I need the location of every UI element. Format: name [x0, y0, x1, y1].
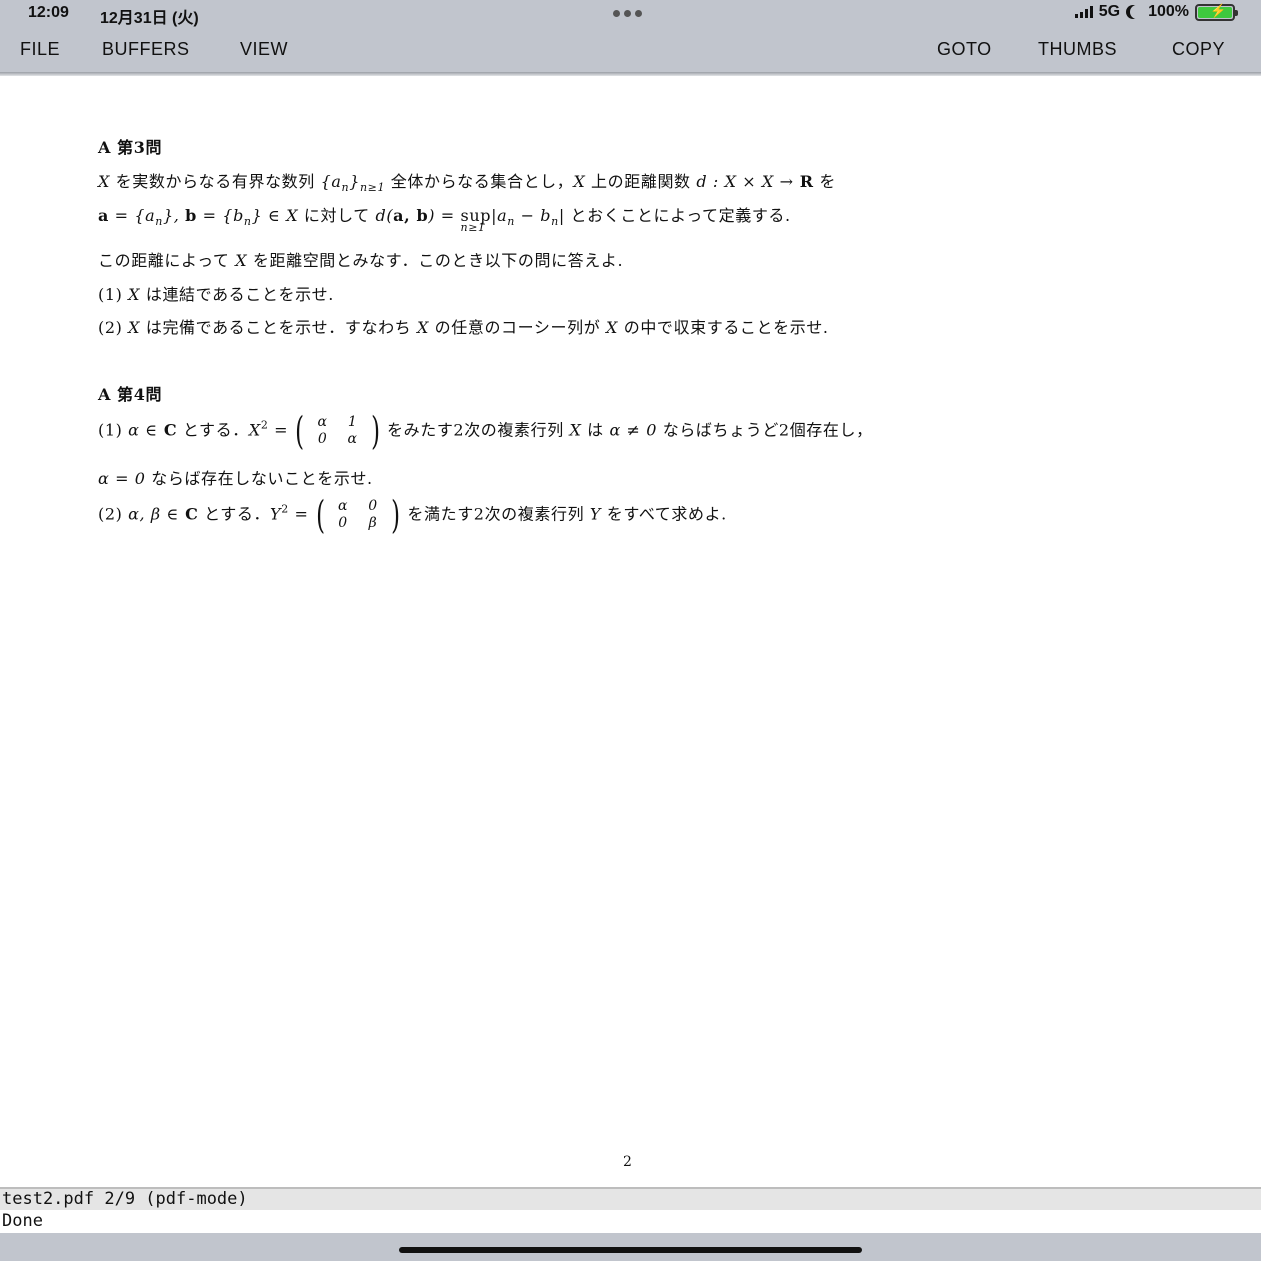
battery-percent: 100% [1148, 3, 1189, 20]
menu-buffers[interactable]: BUFFERS [102, 39, 190, 60]
home-bar [0, 1233, 1261, 1261]
problem4-heading: A 第4問 [98, 385, 163, 404]
do-not-disturb-moon-icon [1130, 5, 1144, 19]
menu-bar: FILE BUFFERS VIEW GOTO THUMBS COPY [0, 28, 1261, 72]
problem3-question2: (2) X は完備であることを示せ．すなわち X の任意のコーシー列が X の中… [98, 318, 829, 337]
menu-copy[interactable]: COPY [1172, 39, 1225, 60]
pdf-page[interactable]: A 第3問 X を実数からなる有界な数列 {an}n≥1 全体からなる集合とし，… [0, 76, 1261, 1186]
problem3-question1: (1) X は連結であることを示せ. [98, 285, 334, 304]
battery-charging-icon: ⚡ [1195, 3, 1238, 21]
matrix-2: (α 0 0 β) [315, 493, 401, 537]
problem3-line2: a = {an}, b = {bn} ∈ X に対して d(a, b) = su… [98, 206, 791, 234]
problem4-question1-cont: α = 0 ならば存在しないことを示せ. [98, 469, 373, 488]
cellular-signal-icon [1074, 6, 1093, 18]
status-indicators: 5G 100% ⚡ [1074, 3, 1238, 21]
menu-goto[interactable]: GOTO [937, 39, 992, 60]
status-date: 12月31日 (火) [100, 10, 199, 27]
page-number: 2 [623, 1154, 632, 1170]
menu-thumbs[interactable]: THUMBS [1038, 39, 1117, 60]
problem4-question1: (1) α ∈ C とする．X2 =(α 1 0 α) をみたす2次の複素行列 X は … [98, 409, 873, 453]
problem3-line1: X を実数からなる有界な数列 {an}n≥1 全体からなる集合とし，X 上の距離… [98, 172, 836, 194]
status-bar: 12:09 12月31日 (火) 5G 100% ⚡ [0, 0, 1261, 28]
problem4-question2: (2) α, β ∈ C とする．Y2 =(α 0 0 β) を満たす2次の複素行列 Y… [98, 493, 727, 537]
problem3-line3: この距離によって X を距離空間とみなす．このとき以下の問に答えよ. [98, 251, 624, 270]
multitasking-dots-icon[interactable] [613, 10, 642, 17]
matrix-1: (α 1 0 α) [295, 409, 380, 453]
echo-area: Done [0, 1210, 1261, 1233]
mode-line: test2.pdf 2/9 (pdf-mode) [0, 1187, 1261, 1210]
menu-file[interactable]: FILE [20, 39, 60, 60]
network-type: 5G [1098, 3, 1121, 20]
menu-view[interactable]: VIEW [240, 39, 288, 60]
status-time: 12:09 [28, 4, 69, 21]
home-indicator[interactable] [399, 1247, 862, 1253]
problem3-heading: A 第3問 [98, 138, 163, 157]
